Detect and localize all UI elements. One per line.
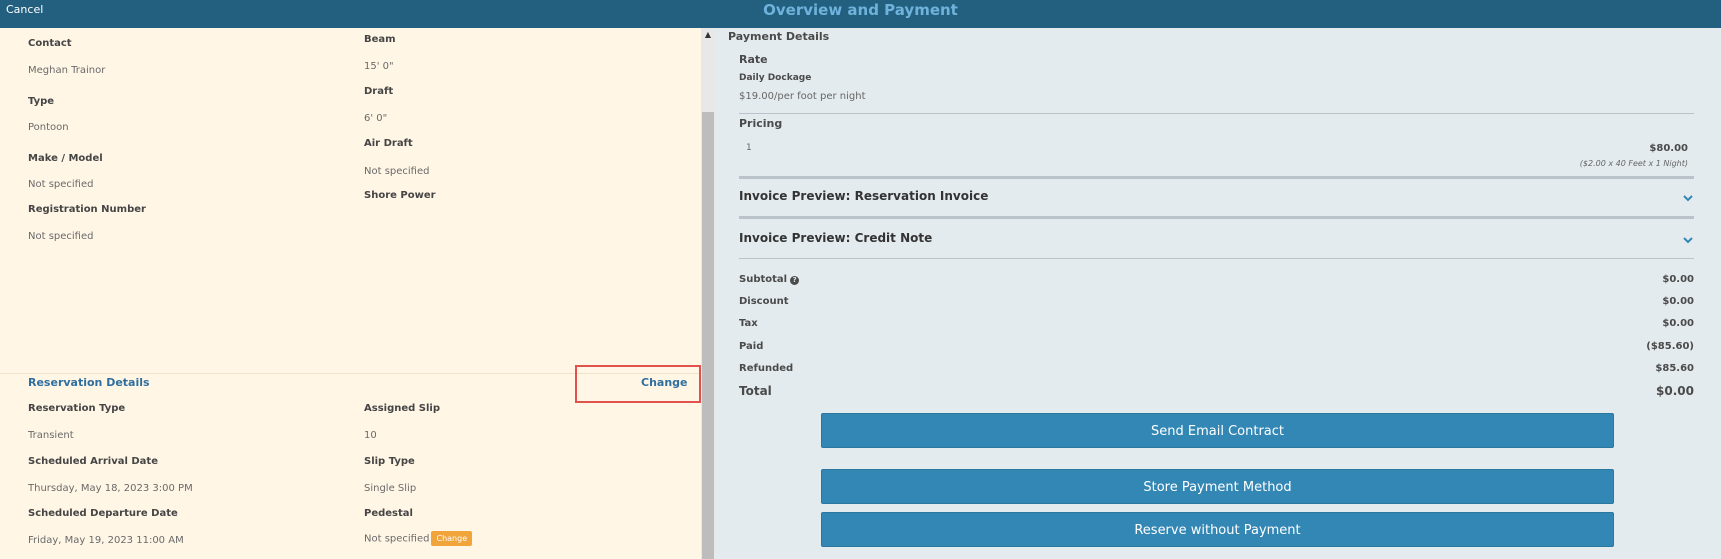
discount-value: $0.00 [1662,296,1694,307]
draft-value: 6' 0" [364,113,388,124]
contact-label: Contact [28,38,72,49]
chevron-down-icon[interactable] [1683,193,1693,203]
chevron-down-icon[interactable] [1683,235,1693,245]
divider [739,258,1694,259]
top-bar: Cancel Overview and Payment [0,0,1721,28]
pricing-detail: ($2.00 x 40 Feet x 1 Night) [1579,159,1688,168]
air-draft-label: Air Draft [364,138,413,149]
divider [739,216,1694,219]
total-label: Total [739,384,772,398]
registration-value: Not specified [28,231,94,242]
rate-name: Daily Dockage [739,73,812,83]
subtotal-label-text: Subtotal [739,274,788,285]
payment-details-heading: Payment Details [728,30,830,43]
air-draft-value: Not specified [364,166,430,177]
pricing-qty: 1 [746,143,752,153]
pedestal-row: Not specified Change [364,531,473,546]
paid-value: ($85.60) [1646,341,1694,352]
total-value: $0.00 [1656,384,1694,398]
departure-date-value: Friday, May 19, 2023 11:00 AM [28,535,184,546]
pricing-label: Pricing [739,117,783,130]
discount-label: Discount [739,296,789,307]
reservation-details-title: Reservation Details [28,376,150,389]
scroll-thumb[interactable] [702,112,714,559]
paid-label: Paid [739,341,764,352]
divider [739,176,1694,179]
beam-label: Beam [364,34,396,45]
refunded-value: $85.60 [1655,363,1694,374]
pricing-amount: $80.00 [1649,143,1688,154]
tax-label: Tax [739,318,758,329]
tax-value: $0.00 [1662,318,1694,329]
pedestal-change-button[interactable]: Change [431,531,473,546]
shore-power-label: Shore Power [364,190,436,201]
slip-type-label: Slip Type [364,456,415,467]
departure-date-label: Scheduled Departure Date [28,508,178,519]
type-value: Pontoon [28,122,69,133]
info-icon[interactable]: ? [790,276,800,285]
page-title: Overview and Payment [763,1,958,19]
credit-note-preview-toggle[interactable]: Invoice Preview: Credit Note [739,231,932,245]
draft-label: Draft [364,86,394,97]
subtotal-label: Subtotal? [739,274,800,285]
make-model-label: Make / Model [28,153,103,164]
make-model-value: Not specified [28,179,94,190]
refunded-label: Refunded [739,363,794,374]
slip-type-value: Single Slip [364,483,417,494]
reservation-type-value: Transient [28,430,74,441]
scrollbar[interactable]: ▲ [701,28,715,559]
reserve-without-payment-button[interactable]: Reserve without Payment [821,512,1614,547]
contact-value: Meghan Trainor [28,65,106,76]
pedestal-value: Not specified [364,533,430,545]
divider [739,113,1694,114]
change-reservation-link[interactable]: Change [641,376,688,389]
arrival-date-value: Thursday, May 18, 2023 3:00 PM [28,483,193,494]
arrival-date-label: Scheduled Arrival Date [28,456,158,467]
payment-panel: Payment Details Rate Daily Dockage $19.0… [715,28,1721,559]
send-email-contract-button[interactable]: Send Email Contract [821,413,1614,448]
rate-value: $19.00/per foot per night [739,91,866,102]
invoice-preview-toggle[interactable]: Invoice Preview: Reservation Invoice [739,189,988,203]
registration-label: Registration Number [28,204,146,215]
reservation-type-label: Reservation Type [28,403,126,414]
assigned-slip-value: 10 [364,430,377,441]
beam-value: 15' 0" [364,61,394,72]
pedestal-label: Pedestal [364,508,413,519]
details-panel: Contact Meghan Trainor Type Pontoon Make… [0,28,701,559]
store-payment-method-button[interactable]: Store Payment Method [821,469,1614,504]
rate-label: Rate [739,53,768,66]
subtotal-value: $0.00 [1662,274,1694,285]
assigned-slip-label: Assigned Slip [364,403,440,414]
scroll-up-arrow-icon[interactable]: ▲ [701,28,715,42]
type-label: Type [28,96,55,107]
